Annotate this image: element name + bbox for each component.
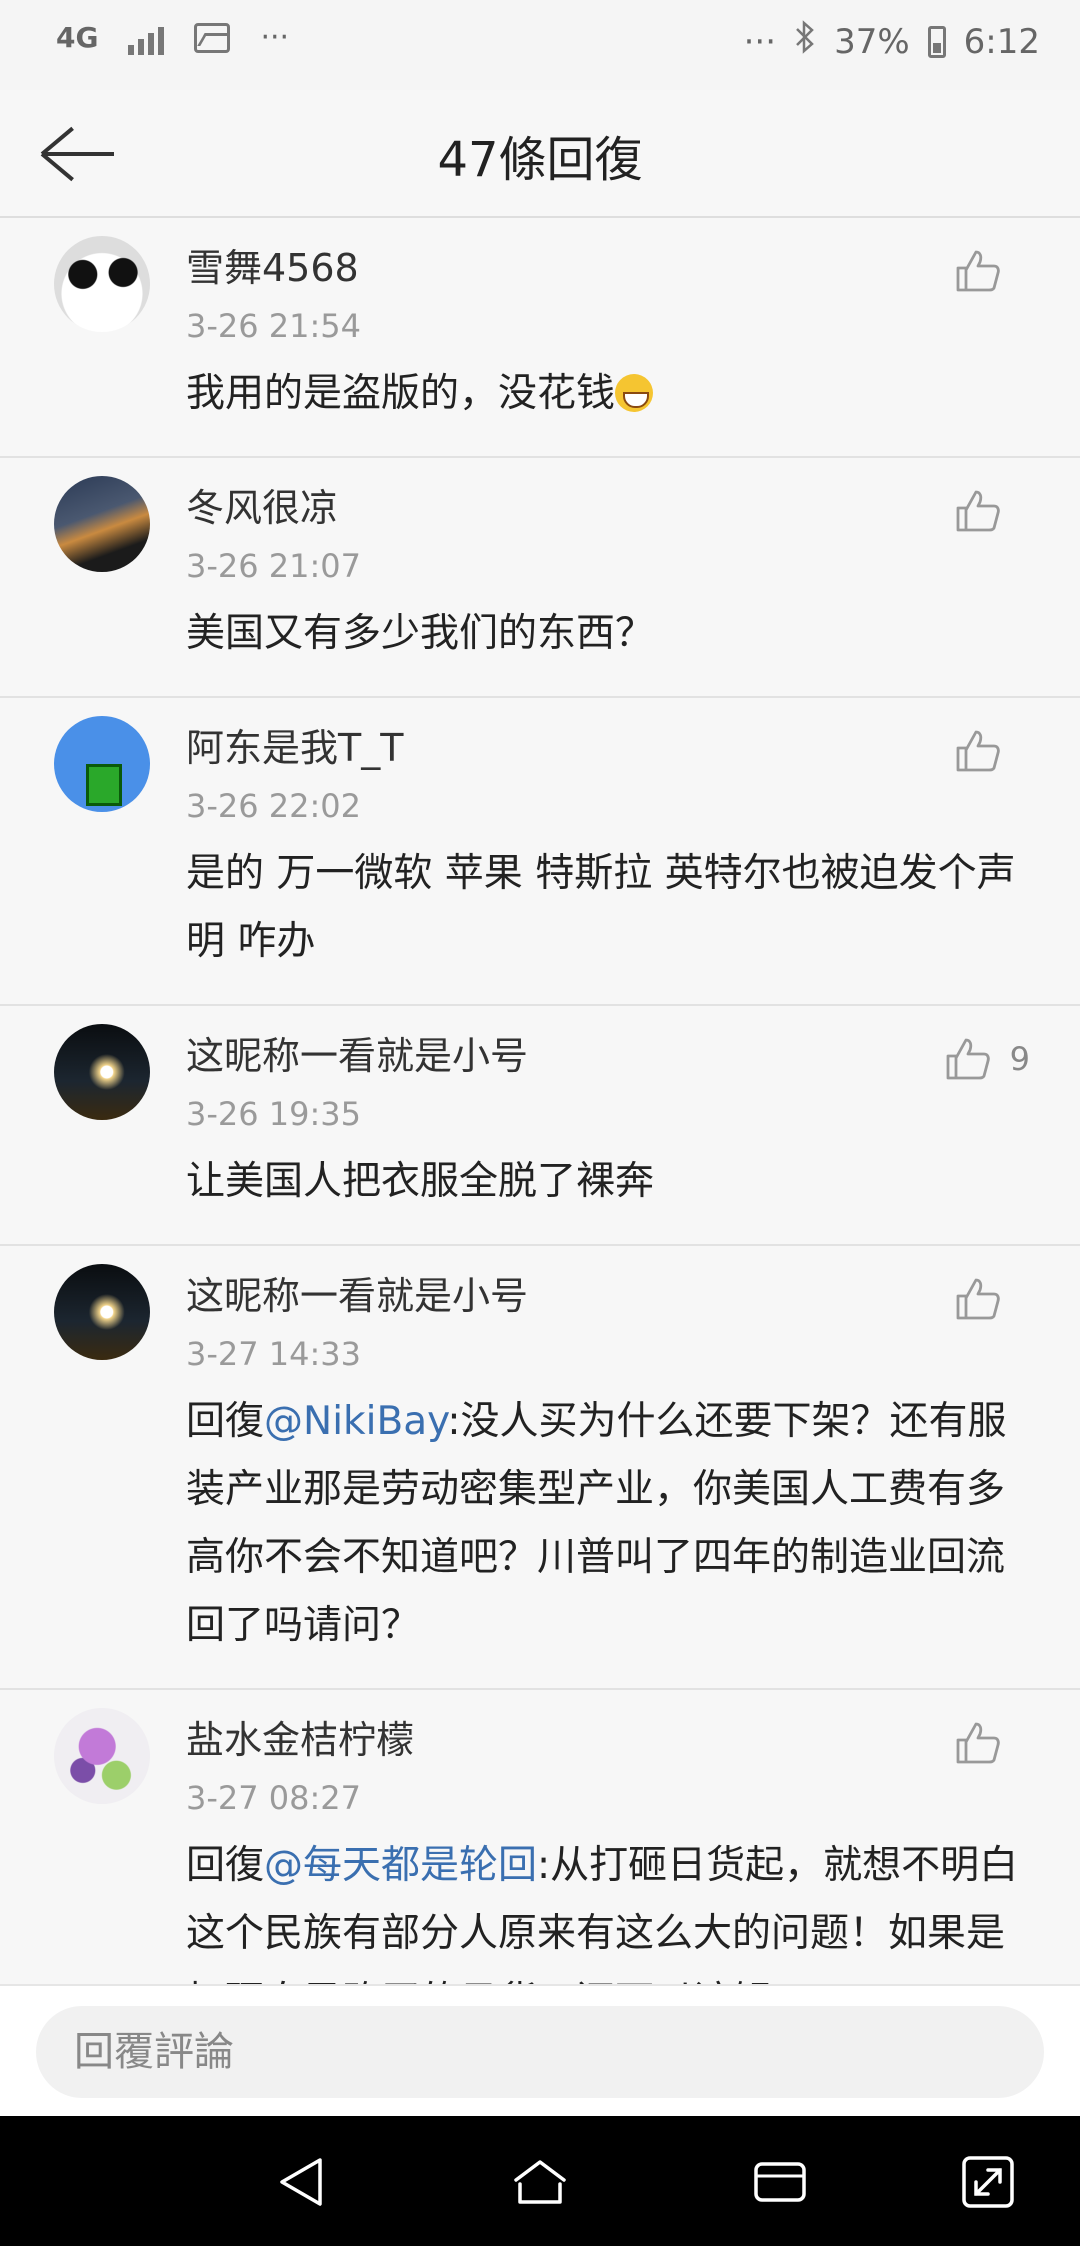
comment-item: 冬风很凉 3-26 21:07 美国又有多少我们的东西？ xyxy=(0,458,1080,698)
battery-icon xyxy=(927,25,946,58)
comment-item: 这昵称一看就是小号 3-27 14:33 回復@NikiBay:没人买为什么还要… xyxy=(0,1246,1080,1690)
like-button[interactable] xyxy=(954,488,1020,534)
comment-time: 3-26 21:07 xyxy=(186,547,362,585)
comment-time: 3-27 08:27 xyxy=(186,1779,362,1817)
expand-nav-button[interactable] xyxy=(958,2154,1018,2210)
status-right: ··· 37% 6:12 xyxy=(744,20,1040,63)
avatar[interactable] xyxy=(54,1024,150,1120)
reply-prefix: 回復 xyxy=(186,1399,265,1444)
back-nav-button[interactable] xyxy=(272,2154,332,2210)
comment-time: 3-26 19:35 xyxy=(186,1095,362,1133)
like-button[interactable] xyxy=(954,1276,1020,1322)
thumbs-up-icon xyxy=(944,1036,992,1082)
network-type: 4G xyxy=(56,20,99,54)
navigation-bar xyxy=(0,2116,1080,2246)
comment-text: 回復@NikiBay:没人买为什么还要下架？还有服装产业那是劳动密集型产业，你美… xyxy=(186,1399,1007,1648)
more-status-icon: ··· xyxy=(743,21,777,62)
comment-author[interactable]: 冬风很凉 xyxy=(186,482,1040,534)
thumbs-up-icon xyxy=(954,1720,1002,1766)
recent-apps-icon xyxy=(754,2162,806,2202)
like-button[interactable] xyxy=(954,728,1020,774)
page-title: 47條回復 xyxy=(437,132,643,188)
comment-list[interactable]: 雪舞4568 3-26 21:54 我用的是盗版的，没花钱 冬风很凉 3-26 … xyxy=(0,218,1080,1984)
header: 47條回復 xyxy=(0,90,1080,218)
comment-text: 是的 万一微软 苹果 特斯拉 英特尔也被迫发个声明 咋办 xyxy=(186,851,1016,964)
avatar[interactable] xyxy=(54,476,150,572)
avatar[interactable] xyxy=(54,1264,150,1360)
comment-author[interactable]: 这昵称一看就是小号 xyxy=(186,1270,1040,1322)
laughing-emoji-icon xyxy=(615,374,654,412)
comment-item: 阿东是我T_T 3-26 22:02 是的 万一微软 苹果 特斯拉 英特尔也被迫… xyxy=(0,698,1080,1006)
bluetooth-icon xyxy=(794,20,816,63)
home-nav-button[interactable] xyxy=(510,2154,570,2210)
comment-item: 雪舞4568 3-26 21:54 我用的是盗版的，没花钱 xyxy=(0,218,1080,458)
comment-text: 美国又有多少我们的东西？ xyxy=(186,611,655,656)
expand-icon xyxy=(962,2156,1014,2208)
thumbs-up-icon xyxy=(954,1276,1002,1322)
comment-text: 我用的是盗版的，没花钱 xyxy=(186,360,1040,428)
comment-text: 回復@每天都是轮回:从打砸日货起，就想不明白这个民族有部分人原来有这么大的问题！… xyxy=(186,1843,1019,1984)
comment-time: 3-27 14:33 xyxy=(186,1335,362,1373)
recents-nav-button[interactable] xyxy=(750,2154,810,2210)
comment-item: 这昵称一看就是小号 3-26 19:35 让美国人把衣服全脱了裸奔 9 xyxy=(0,1006,1080,1246)
comment-time: 3-26 21:54 xyxy=(186,307,362,345)
avatar[interactable] xyxy=(54,716,150,812)
avatar[interactable] xyxy=(54,1708,150,1804)
comment-author[interactable]: 盐水金桔柠檬 xyxy=(186,1714,1040,1766)
battery-percent: 37% xyxy=(834,21,910,62)
avatar[interactable] xyxy=(54,236,150,332)
reply-bar: 回覆評論 xyxy=(0,1984,1080,2116)
like-count: 9 xyxy=(1009,1040,1030,1078)
thumbs-up-icon xyxy=(954,248,1002,294)
triangle-back-icon xyxy=(280,2158,322,2206)
comment-time: 3-26 22:02 xyxy=(186,787,362,825)
home-icon xyxy=(514,2160,566,2204)
comment-item: 盐水金桔柠檬 3-27 08:27 回復@每天都是轮回:从打砸日货起，就想不明白… xyxy=(0,1690,1080,1984)
like-button[interactable] xyxy=(954,1720,1020,1766)
mention-link[interactable]: @NikiBay xyxy=(264,1399,447,1444)
comment-text: 让美国人把衣服全脱了裸奔 xyxy=(186,1159,655,1204)
comment-author[interactable]: 阿东是我T_T xyxy=(186,722,1040,774)
mention-link[interactable]: @每天都是轮回 xyxy=(264,1843,537,1888)
like-button[interactable]: 9 xyxy=(944,1036,1030,1082)
like-button[interactable] xyxy=(954,248,1020,294)
reply-input[interactable]: 回覆評論 xyxy=(36,2006,1044,2098)
status-bar: 4G ··· ··· 37% 6:12 xyxy=(0,0,1080,90)
comment-author[interactable]: 雪舞4568 xyxy=(186,242,1040,294)
comment-author[interactable]: 这昵称一看就是小号 xyxy=(186,1030,1040,1082)
clock: 6:12 xyxy=(963,21,1040,62)
reply-prefix: 回復 xyxy=(186,1843,265,1888)
thumbs-up-icon xyxy=(954,488,1002,534)
thumbs-up-icon xyxy=(954,728,1002,774)
status-left: 4G ··· xyxy=(56,20,289,55)
more-notifications-icon: ··· xyxy=(260,20,290,55)
signal-icon xyxy=(128,21,165,55)
image-notification-icon xyxy=(194,22,231,53)
